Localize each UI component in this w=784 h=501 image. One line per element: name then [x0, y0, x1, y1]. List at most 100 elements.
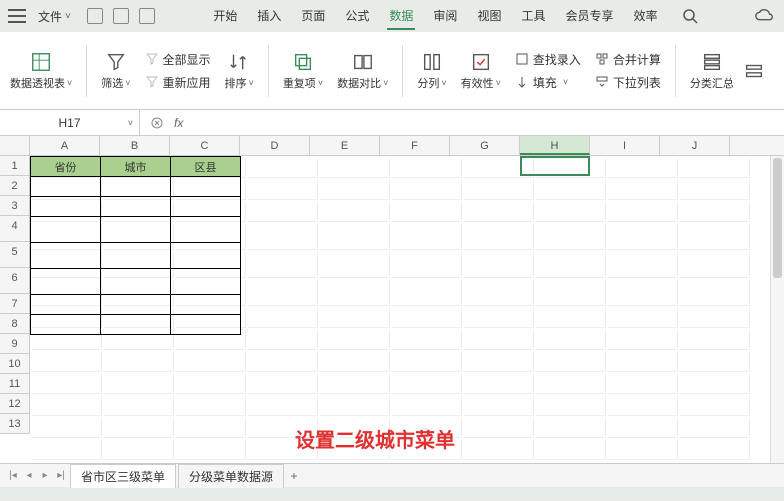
name-box-value: H17 [58, 116, 80, 130]
table-cell[interactable] [31, 217, 101, 243]
table-cell[interactable] [171, 295, 241, 315]
ribbon-tab-0[interactable]: 开始 [211, 3, 239, 30]
consolidate-icon [595, 52, 609, 66]
ribbon-tab-8[interactable]: 会员专享 [563, 3, 615, 30]
sheet-nav-first[interactable]: |◂ [6, 470, 20, 481]
column-header[interactable]: B [100, 136, 170, 155]
row-header[interactable]: 1 [0, 156, 29, 176]
select-all-corner[interactable] [0, 136, 30, 155]
table-header-cell[interactable]: 区县 [171, 157, 241, 177]
row-header[interactable]: 10 [0, 354, 29, 374]
table-cell[interactable] [31, 269, 101, 295]
name-box[interactable]: H17 ˅ [0, 110, 140, 135]
sheet-nav-next[interactable]: ▸ [38, 470, 52, 481]
table-cell[interactable] [101, 197, 171, 217]
duplicates-button[interactable]: 重复项 [283, 51, 323, 91]
table-cell[interactable] [31, 315, 101, 335]
compare-button[interactable]: 数据对比 [337, 51, 388, 91]
qat-preview-icon[interactable] [113, 8, 129, 24]
row-header[interactable]: 11 [0, 374, 29, 394]
column-header[interactable]: D [240, 136, 310, 155]
table-cell[interactable] [31, 243, 101, 269]
row-header[interactable]: 4 [0, 216, 29, 242]
column-header[interactable]: F [380, 136, 450, 155]
cloud-icon[interactable] [754, 5, 776, 27]
row-header[interactable]: 3 [0, 196, 29, 216]
row-header[interactable]: 2 [0, 176, 29, 196]
filter-options: 全部显示 重新应用 [145, 51, 211, 91]
chevron-down-icon[interactable]: ˅ [128, 118, 133, 128]
table-cell[interactable] [101, 177, 171, 197]
consolidate-button[interactable]: 合并计算 [595, 51, 661, 68]
column-header[interactable]: J [660, 136, 730, 155]
table-cell[interactable] [101, 243, 171, 269]
scrollbar-thumb[interactable] [773, 158, 782, 278]
find-entry-button[interactable]: 查找录入 [515, 51, 581, 68]
compare-label: 数据对比 [337, 75, 388, 91]
ribbon-tab-4[interactable]: 数据 [387, 3, 415, 30]
table-cell[interactable] [171, 243, 241, 269]
row-header[interactable]: 13 [0, 414, 29, 434]
ribbon-tab-5[interactable]: 审阅 [431, 3, 459, 30]
column-header[interactable]: A [30, 136, 100, 155]
sheet-tab-active[interactable]: 省市区三级菜单 [70, 464, 176, 488]
table-cell[interactable] [171, 197, 241, 217]
sort-button[interactable]: 排序 [225, 51, 254, 91]
table-cell[interactable] [101, 295, 171, 315]
text-to-columns-button[interactable]: 分列 [417, 51, 446, 91]
pivot-table-button[interactable]: 数据透视表 [10, 51, 72, 91]
column-header[interactable]: E [310, 136, 380, 155]
sheet-tab-other[interactable]: 分级菜单数据源 [178, 464, 284, 488]
more-button[interactable] [742, 60, 766, 82]
cancel-icon[interactable] [150, 116, 164, 130]
ribbon-tab-6[interactable]: 视图 [475, 3, 503, 30]
ribbon-tab-9[interactable]: 效率 [631, 3, 659, 30]
row-header[interactable]: 12 [0, 394, 29, 414]
dropdown-list-button[interactable]: 下拉列表 [595, 74, 661, 91]
table-cell[interactable] [31, 177, 101, 197]
row-header[interactable]: 5 [0, 242, 29, 268]
ribbon-tab-2[interactable]: 页面 [299, 3, 327, 30]
hamburger-menu[interactable] [8, 9, 26, 23]
row-header[interactable]: 7 [0, 294, 29, 314]
table-cell[interactable] [171, 269, 241, 295]
fx-label[interactable]: fx [174, 116, 183, 130]
row-headers: 12345678910111213 [0, 156, 30, 434]
sheet-nav-prev[interactable]: ◂ [22, 470, 36, 481]
table-cell[interactable] [101, 269, 171, 295]
column-header[interactable]: I [590, 136, 660, 155]
row-header[interactable]: 8 [0, 314, 29, 334]
cells-area[interactable]: 省份城市区县 设置二级城市菜单 [30, 156, 784, 434]
row-header[interactable]: 9 [0, 334, 29, 354]
subtotal-button[interactable]: 分类汇总 [690, 51, 734, 91]
table-cell[interactable] [171, 177, 241, 197]
table-cell[interactable] [171, 315, 241, 335]
search-icon[interactable] [682, 8, 698, 24]
ribbon-tab-3[interactable]: 公式 [343, 3, 371, 30]
column-header[interactable]: G [450, 136, 520, 155]
vertical-scrollbar[interactable] [770, 156, 784, 463]
ribbon-tab-7[interactable]: 工具 [519, 3, 547, 30]
column-header[interactable]: H [520, 136, 590, 155]
table-cell[interactable] [101, 217, 171, 243]
validation-button[interactable]: 有效性 [461, 51, 501, 91]
table-header-cell[interactable]: 省份 [31, 157, 101, 177]
filter-button[interactable]: 筛选 [101, 51, 130, 91]
table-cell[interactable] [31, 295, 101, 315]
table-cell[interactable] [31, 197, 101, 217]
add-sheet-button[interactable]: + [286, 469, 302, 483]
row-header[interactable]: 6 [0, 268, 29, 294]
ribbon-tab-1[interactable]: 插入 [255, 3, 283, 30]
qat-save-icon[interactable] [87, 8, 103, 24]
reapply-icon [145, 75, 159, 89]
file-menu[interactable]: 文件 [32, 6, 77, 27]
qat-print-icon[interactable] [139, 8, 155, 24]
find-icon [515, 52, 529, 66]
table-cell[interactable] [101, 315, 171, 335]
table-header-cell[interactable]: 城市 [101, 157, 171, 177]
column-header[interactable]: C [170, 136, 240, 155]
fill-button[interactable]: 填充˅ [515, 74, 581, 91]
show-all-label: 全部显示 [163, 51, 211, 68]
table-cell[interactable] [171, 217, 241, 243]
sheet-nav-last[interactable]: ▸| [54, 470, 68, 481]
